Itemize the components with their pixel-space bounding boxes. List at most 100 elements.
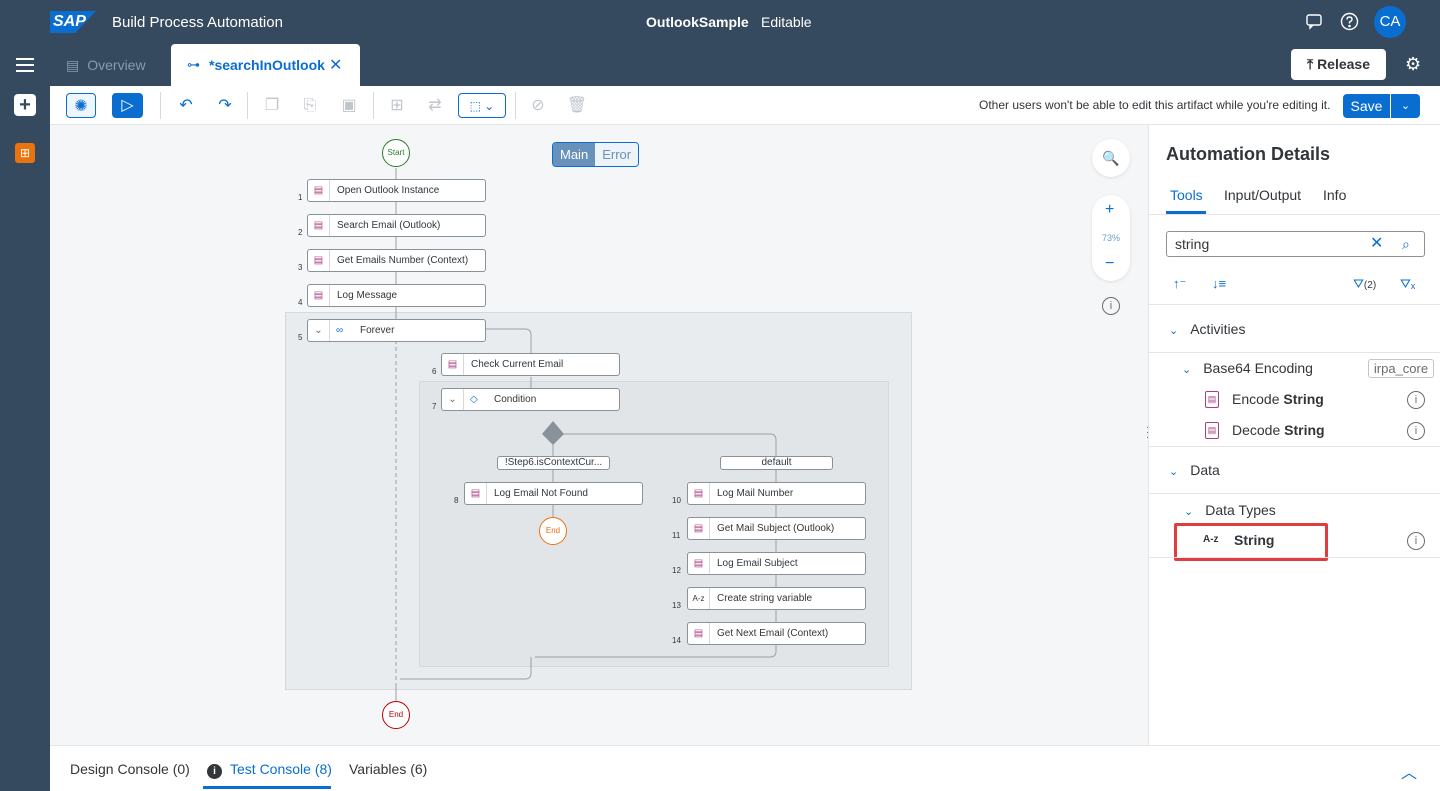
add-icon[interactable]: + bbox=[14, 94, 36, 116]
filter-icon[interactable]: ⛛(2) bbox=[1353, 276, 1376, 292]
group-base64-encoding[interactable]: ⌄ Base64 Encoding bbox=[1182, 360, 1313, 376]
mode-switch[interactable]: Main Error bbox=[552, 142, 640, 167]
canvas-search-button[interactable]: 🔍 bbox=[1092, 139, 1130, 177]
sap-logo[interactable]: SAP bbox=[50, 11, 96, 33]
info-icon[interactable]: i bbox=[1407, 532, 1425, 550]
chevron-down-icon: ⌄ bbox=[1400, 100, 1411, 112]
end-node[interactable]: End bbox=[382, 701, 410, 729]
inner-end-node[interactable]: End bbox=[539, 517, 567, 545]
branch-left-label[interactable]: !Step6.isContextCur... bbox=[497, 456, 610, 470]
info-icon[interactable]: i bbox=[1102, 297, 1120, 315]
step-number: 6 bbox=[432, 367, 437, 376]
selection-mode-select[interactable]: ⬚ ⌄ bbox=[458, 93, 506, 118]
paste-button[interactable]: ▣ bbox=[337, 93, 361, 118]
group-data-types[interactable]: ⌄ Data Types bbox=[1184, 502, 1276, 518]
release-button[interactable]: ⤒ Release bbox=[1291, 49, 1386, 80]
step-get-emails-number[interactable]: ▤ Get Emails Number (Context) bbox=[307, 249, 486, 272]
delete-button[interactable]: 🗑 bbox=[565, 93, 589, 118]
feedback-icon[interactable] bbox=[1304, 12, 1324, 32]
redo-button[interactable]: ↷ bbox=[213, 93, 237, 118]
tab-tools[interactable]: Tools bbox=[1170, 187, 1203, 203]
branch-right-label[interactable]: default bbox=[720, 456, 833, 470]
add-group-button[interactable]: ⊞ bbox=[385, 93, 409, 118]
bug-icon: ✺ bbox=[74, 98, 88, 115]
swap-button[interactable]: ⇄ bbox=[423, 93, 447, 118]
step-number: 11 bbox=[672, 531, 681, 540]
sort-descending-icon[interactable]: ↓≡ bbox=[1212, 276, 1226, 291]
step-log-mail-number[interactable]: ▤ Log Mail Number bbox=[687, 482, 866, 505]
chevron-down-icon: ⌄ bbox=[1169, 466, 1179, 478]
tool-decode-string[interactable]: Decode String bbox=[1232, 422, 1325, 438]
tab-search-in-outlook[interactable]: ⊶ *searchInOutlook ✕ bbox=[171, 44, 360, 86]
step-condition[interactable]: ⌄ ◇ Condition bbox=[441, 388, 620, 411]
step-log-email-subject[interactable]: ▤ Log Email Subject bbox=[687, 552, 866, 575]
step-check-current-email[interactable]: ▤ Check Current Email bbox=[441, 353, 620, 376]
activity-icon: ▤ bbox=[308, 285, 330, 306]
run-button[interactable]: ▷ bbox=[112, 93, 143, 118]
step-log-message[interactable]: ▤ Log Message bbox=[307, 284, 486, 307]
step-get-mail-subject[interactable]: ▤ Get Mail Subject (Outlook) bbox=[687, 517, 866, 540]
step-open-outlook[interactable]: ▤ Open Outlook Instance bbox=[307, 179, 486, 202]
save-dropdown-button[interactable]: ⌄ bbox=[1391, 94, 1420, 118]
cut-button[interactable]: ⎘ bbox=[298, 93, 322, 118]
save-button[interactable]: Save bbox=[1343, 94, 1390, 118]
chevron-down-icon[interactable]: ⌄ bbox=[442, 389, 464, 410]
mode-main[interactable]: Main bbox=[553, 143, 596, 166]
workflow-canvas[interactable]: Main Error Start 1 ▤ Open Outlook Instanc… bbox=[50, 125, 1148, 745]
zoom-level[interactable]: 73% bbox=[1095, 233, 1127, 243]
debug-button[interactable]: ✺ bbox=[66, 93, 96, 118]
toolbar-separator bbox=[160, 92, 161, 119]
clear-filter-icon[interactable]: ⛛ₓ bbox=[1400, 276, 1415, 292]
play-icon: ▷ bbox=[121, 97, 134, 114]
tab-test-console[interactable]: i Test Console (8) bbox=[207, 761, 332, 779]
step-get-next-email[interactable]: ▤ Get Next Email (Context) bbox=[687, 622, 866, 645]
tool-encode-string[interactable]: Encode String bbox=[1232, 391, 1324, 407]
mode-error[interactable]: Error bbox=[595, 143, 639, 166]
undo-button[interactable]: ↶ bbox=[174, 93, 198, 118]
chevron-down-icon[interactable]: ⌄ bbox=[308, 320, 330, 341]
toolbar-separator bbox=[373, 92, 374, 119]
tab-input-output[interactable]: Input/Output bbox=[1224, 187, 1301, 203]
project-status: Editable bbox=[761, 14, 812, 30]
divider bbox=[1149, 304, 1440, 305]
console-bar: Design Console (0) i Test Console (8) Var… bbox=[50, 745, 1440, 791]
tab-overview[interactable]: ▤ Overview bbox=[66, 57, 146, 74]
tools-search-input[interactable]: string ✕ ⌕ bbox=[1166, 231, 1425, 257]
step-log-email-not-found[interactable]: ▤ Log Email Not Found bbox=[464, 482, 643, 505]
package-tag: irpa_core bbox=[1368, 359, 1434, 378]
chevron-up-icon[interactable]: ︿ bbox=[1401, 759, 1417, 783]
info-icon[interactable]: i bbox=[1407, 422, 1425, 440]
zoom-control: + 73% − bbox=[1092, 195, 1130, 281]
section-data[interactable]: ⌄ Data bbox=[1169, 462, 1220, 478]
redo-icon: ↷ bbox=[218, 97, 232, 114]
zoom-out-button[interactable]: − bbox=[1105, 255, 1114, 273]
tab-label: *searchInOutlook bbox=[209, 57, 325, 73]
step-search-email[interactable]: ▤ Search Email (Outlook) bbox=[307, 214, 486, 237]
step-forever[interactable]: ⌄ ∞ Forever bbox=[307, 319, 486, 342]
tab-variables[interactable]: Variables (6) bbox=[349, 761, 427, 777]
help-icon[interactable] bbox=[1339, 12, 1359, 32]
tab-info[interactable]: Info bbox=[1323, 187, 1346, 203]
tab-design-console[interactable]: Design Console (0) bbox=[70, 761, 190, 777]
info-icon[interactable]: i bbox=[1407, 391, 1425, 409]
close-icon[interactable]: ✕ bbox=[329, 55, 342, 75]
copy-icon: ❐ bbox=[264, 97, 280, 114]
gear-icon[interactable]: ⚙ bbox=[1405, 54, 1421, 75]
step-number: 10 bbox=[672, 496, 681, 505]
start-node[interactable]: Start bbox=[382, 139, 410, 167]
clear-icon[interactable]: ✕ bbox=[1370, 232, 1383, 256]
avatar[interactable]: CA bbox=[1374, 6, 1406, 38]
search-icon[interactable]: ⌕ bbox=[1402, 232, 1410, 256]
zoom-in-button[interactable]: + bbox=[1105, 201, 1114, 219]
menu-icon[interactable] bbox=[16, 58, 34, 76]
section-activities[interactable]: ⌄ Activities bbox=[1169, 321, 1245, 337]
toolbar-separator bbox=[515, 92, 516, 119]
disable-button[interactable]: ⊘ bbox=[526, 93, 550, 118]
activity-icon: ▤ bbox=[688, 623, 710, 644]
automation-details-panel: Automation Details Tools Input/Output In… bbox=[1148, 125, 1440, 745]
activity-icon: ▤ bbox=[442, 354, 464, 375]
step-create-string-variable[interactable]: A-z Create string variable bbox=[687, 587, 866, 610]
sort-ascending-icon[interactable]: ↑⁻ bbox=[1173, 276, 1186, 292]
copy-button[interactable]: ❐ bbox=[260, 93, 284, 118]
automation-icon[interactable]: ⊞ bbox=[15, 143, 35, 163]
